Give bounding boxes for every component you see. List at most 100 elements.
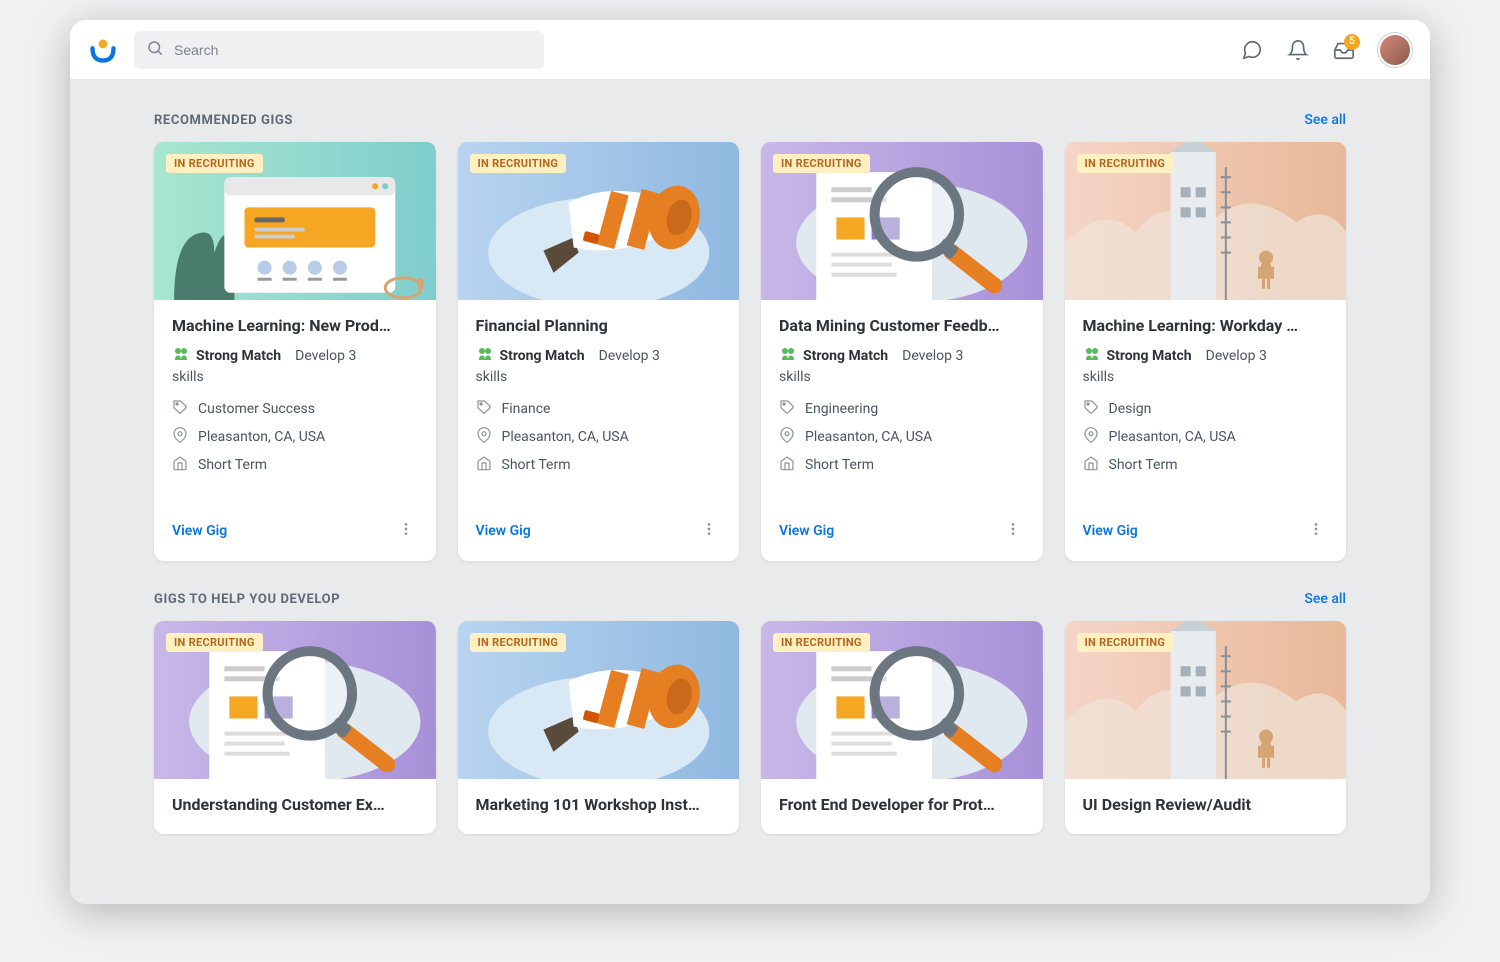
chat-icon[interactable] xyxy=(1240,38,1264,62)
match-label: Strong Match xyxy=(1107,348,1192,364)
gig-title: Machine Learning: Workday … xyxy=(1083,316,1329,335)
card-hero: IN RECRUITING xyxy=(761,621,1043,779)
card-footer: View Gig xyxy=(458,505,740,561)
match-icon xyxy=(172,345,190,367)
card-body: Financial Planning Strong Match Develop … xyxy=(458,300,740,485)
meta-list: Design Pleasanton, CA, USA Short Term xyxy=(1083,399,1329,475)
term-item: Short Term xyxy=(779,455,1025,475)
term-item: Short Term xyxy=(1083,455,1329,475)
see-all-link[interactable]: See all xyxy=(1304,112,1346,128)
view-gig-link[interactable]: View Gig xyxy=(1083,523,1138,539)
develop-text: Develop 3 xyxy=(902,348,963,364)
category-item: Design xyxy=(1083,399,1329,419)
match-row: Strong Match Develop 3 xyxy=(172,345,418,367)
location-item: Pleasanton, CA, USA xyxy=(1083,427,1329,447)
inbox-icon[interactable]: 5 xyxy=(1332,38,1356,62)
app-frame: 5 RECOMMENDED GIGS See all IN RECRUITING xyxy=(70,20,1430,904)
card-hero: IN RECRUITING xyxy=(1065,621,1347,779)
workday-logo[interactable] xyxy=(88,35,118,65)
recruiting-badge: IN RECRUITING xyxy=(1077,633,1174,652)
card-body: Marketing 101 Workshop Inst… xyxy=(458,779,740,834)
bell-icon[interactable] xyxy=(1286,38,1310,62)
match-label: Strong Match xyxy=(803,348,888,364)
gig-title: Marketing 101 Workshop Inst… xyxy=(476,795,722,814)
term-item: Short Term xyxy=(172,455,418,475)
card-body: UI Design Review/Audit xyxy=(1065,779,1347,834)
category-text: Finance xyxy=(502,401,551,417)
skills-text: skills xyxy=(476,369,722,385)
location-item: Pleasanton, CA, USA xyxy=(172,427,418,447)
card-row-recommended: IN RECRUITING Machine Learning: New Prod… xyxy=(154,142,1346,561)
location-item: Pleasanton, CA, USA xyxy=(779,427,1025,447)
view-gig-link[interactable]: View Gig xyxy=(476,523,531,539)
more-icon[interactable] xyxy=(394,517,418,545)
section-title: GIGS TO HELP YOU DEVELOP xyxy=(154,592,340,607)
location-text: Pleasanton, CA, USA xyxy=(198,429,325,445)
home-icon xyxy=(476,455,492,475)
see-all-link[interactable]: See all xyxy=(1304,591,1346,607)
pin-icon xyxy=(1083,427,1099,447)
avatar[interactable] xyxy=(1378,33,1412,67)
card-footer: View Gig xyxy=(1065,505,1347,561)
gig-card[interactable]: IN RECRUITING Front End Developer for Pr… xyxy=(761,621,1043,834)
card-body: Understanding Customer Ex… xyxy=(154,779,436,834)
home-icon xyxy=(779,455,795,475)
card-hero: IN RECRUITING xyxy=(761,142,1043,300)
develop-text: Develop 3 xyxy=(295,348,356,364)
match-row: Strong Match Develop 3 xyxy=(1083,345,1329,367)
card-hero: IN RECRUITING xyxy=(1065,142,1347,300)
pin-icon xyxy=(172,427,188,447)
gig-card[interactable]: IN RECRUITING Machine Learning: New Prod… xyxy=(154,142,436,561)
home-icon xyxy=(172,455,188,475)
more-icon[interactable] xyxy=(1304,517,1328,545)
card-hero: IN RECRUITING xyxy=(154,621,436,779)
match-label: Strong Match xyxy=(500,348,585,364)
section-title: RECOMMENDED GIGS xyxy=(154,113,293,128)
tag-icon xyxy=(779,399,795,419)
location-text: Pleasanton, CA, USA xyxy=(502,429,629,445)
category-item: Engineering xyxy=(779,399,1025,419)
match-label: Strong Match xyxy=(196,348,281,364)
category-item: Customer Success xyxy=(172,399,418,419)
card-body: Machine Learning: Workday … Strong Match… xyxy=(1065,300,1347,485)
home-icon xyxy=(1083,455,1099,475)
location-text: Pleasanton, CA, USA xyxy=(805,429,932,445)
tag-icon xyxy=(1083,399,1099,419)
more-icon[interactable] xyxy=(1001,517,1025,545)
pin-icon xyxy=(476,427,492,447)
search-input[interactable] xyxy=(174,42,532,58)
card-body: Front End Developer for Prot… xyxy=(761,779,1043,834)
gig-card[interactable]: IN RECRUITING Machine Learning: Workday … xyxy=(1065,142,1347,561)
match-row: Strong Match Develop 3 xyxy=(476,345,722,367)
gig-card[interactable]: IN RECRUITING Data Mining Customer Feedb… xyxy=(761,142,1043,561)
gig-card[interactable]: IN RECRUITING Understanding Customer Ex… xyxy=(154,621,436,834)
view-gig-link[interactable]: View Gig xyxy=(779,523,834,539)
gig-title: Data Mining Customer Feedb… xyxy=(779,316,1025,335)
meta-list: Engineering Pleasanton, CA, USA Short Te… xyxy=(779,399,1025,475)
gig-title: Front End Developer for Prot… xyxy=(779,795,1025,814)
content: RECOMMENDED GIGS See all IN RECRUITING M… xyxy=(70,80,1430,904)
search-box[interactable] xyxy=(134,31,544,69)
view-gig-link[interactable]: View Gig xyxy=(172,523,227,539)
card-hero: IN RECRUITING xyxy=(458,621,740,779)
topbar: 5 xyxy=(70,20,1430,80)
gig-card[interactable]: IN RECRUITING UI Design Review/Audit xyxy=(1065,621,1347,834)
section-header-develop: GIGS TO HELP YOU DEVELOP See all xyxy=(154,591,1346,607)
skills-text: skills xyxy=(1083,369,1329,385)
match-icon xyxy=(476,345,494,367)
card-footer: View Gig xyxy=(761,505,1043,561)
gig-card[interactable]: IN RECRUITING Marketing 101 Workshop Ins… xyxy=(458,621,740,834)
category-text: Design xyxy=(1109,401,1152,417)
location-text: Pleasanton, CA, USA xyxy=(1109,429,1236,445)
recruiting-badge: IN RECRUITING xyxy=(1077,154,1174,173)
recruiting-badge: IN RECRUITING xyxy=(166,154,263,173)
location-item: Pleasanton, CA, USA xyxy=(476,427,722,447)
gig-card[interactable]: IN RECRUITING Financial Planning Strong … xyxy=(458,142,740,561)
meta-list: Customer Success Pleasanton, CA, USA Sho… xyxy=(172,399,418,475)
card-row-develop: IN RECRUITING Understanding Customer Ex…… xyxy=(154,621,1346,834)
more-icon[interactable] xyxy=(697,517,721,545)
search-icon xyxy=(146,39,164,61)
meta-list: Finance Pleasanton, CA, USA Short Term xyxy=(476,399,722,475)
recruiting-badge: IN RECRUITING xyxy=(470,154,567,173)
term-text: Short Term xyxy=(1109,457,1178,473)
